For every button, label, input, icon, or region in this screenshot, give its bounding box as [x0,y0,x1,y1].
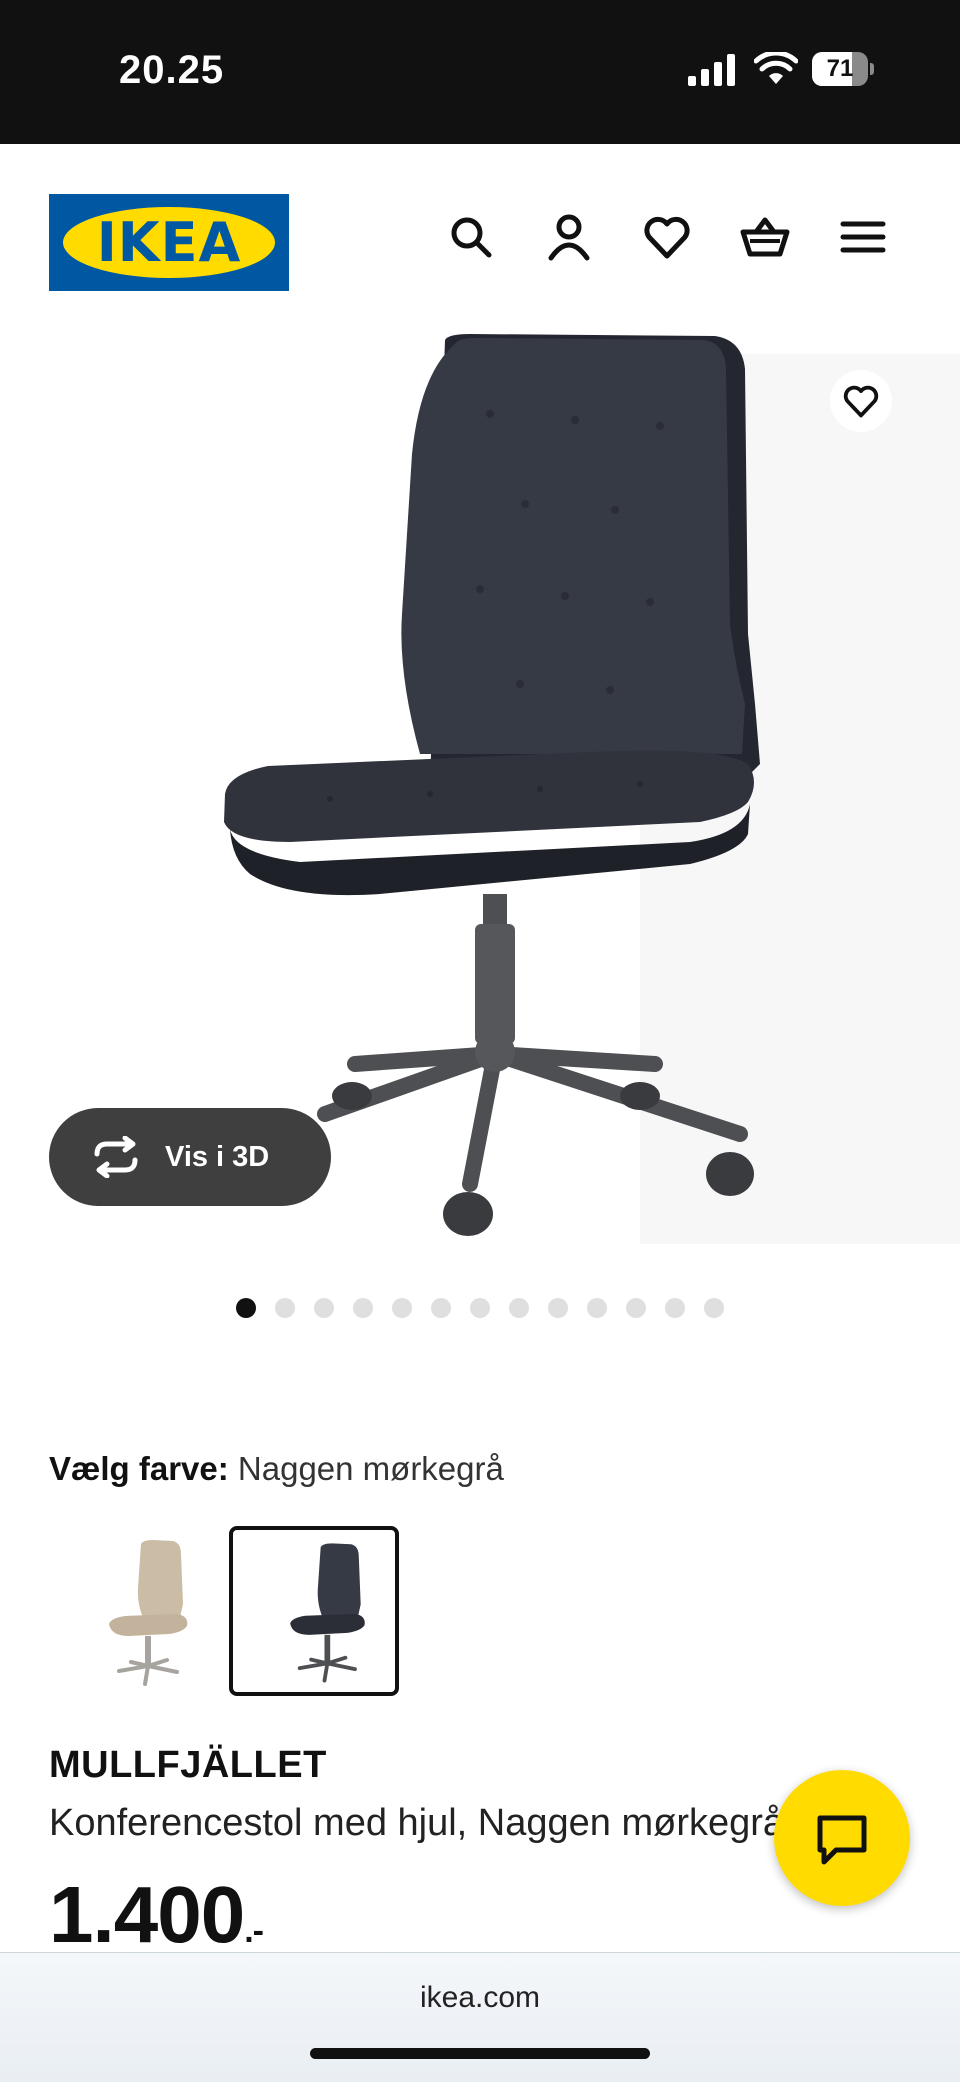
chat-bubble-icon [817,1815,867,1865]
pagination-dot[interactable] [314,1298,334,1318]
rotate-3d-icon [94,1136,138,1178]
home-indicator[interactable] [310,2048,650,2059]
battery-indicator: 71 [812,52,874,86]
pagination-dot[interactable] [353,1298,373,1318]
price-main: 1.400 [49,1870,245,1959]
pagination-dot[interactable] [431,1298,451,1318]
heart-icon [843,385,879,418]
color-swatch-beige[interactable] [49,1526,219,1696]
pagination-dot[interactable] [704,1298,724,1318]
page-url: ikea.com [419,1981,541,2014]
site-header: IKEA [0,144,960,334]
pagination-dot[interactable] [470,1298,490,1318]
product-description: Konferencestol med hjul, Naggen mørkegrå [49,1802,785,1844]
color-swatch-naggen-dark-grey[interactable] [229,1526,399,1696]
cellular-signal-icon [688,54,735,86]
add-to-favourites-button[interactable] [830,370,892,432]
battery-percent: 71 [826,55,854,82]
logo-text: IKEA [96,211,242,274]
search-icon[interactable] [446,212,496,262]
chat-button[interactable] [774,1770,910,1906]
pagination-dot[interactable] [236,1298,256,1318]
selected-color-value: Naggen mørkegrå [237,1450,504,1487]
wifi-icon [754,52,798,84]
color-label-prefix: Vælg farve: [49,1450,229,1487]
image-pagination-dots[interactable] [0,1298,960,1322]
user-icon[interactable] [544,212,594,262]
pagination-dot[interactable] [665,1298,685,1318]
status-time: 20.25 [119,48,225,92]
menu-icon[interactable] [838,212,888,262]
pagination-dot[interactable] [548,1298,568,1318]
color-selection-label: Vælg farve: Naggen mørkegrå [49,1450,504,1488]
status-bar: 20.25 71 [0,0,960,144]
heart-icon[interactable] [642,212,692,262]
beige-chair-thumbnail [109,1540,188,1686]
price-suffix: .- [244,1912,264,1950]
pagination-dot[interactable] [275,1298,295,1318]
dark-grey-chair-thumbnail [290,1543,365,1683]
view-in-3d-label: Vis i 3D [165,1141,270,1173]
pagination-dot[interactable] [392,1298,412,1318]
view-in-3d-button[interactable]: Vis i 3D [49,1108,331,1206]
ikea-logo[interactable]: IKEA [49,194,289,291]
pagination-dot[interactable] [626,1298,646,1318]
product-name: MULLFJÄLLET [49,1744,327,1786]
cart-basket-icon[interactable] [740,212,790,262]
pagination-dot[interactable] [509,1298,529,1318]
product-image-gallery[interactable]: Vis i 3D [0,334,960,1318]
browser-address-bar[interactable]: ikea.com [0,1952,960,2082]
pagination-dot[interactable] [587,1298,607,1318]
